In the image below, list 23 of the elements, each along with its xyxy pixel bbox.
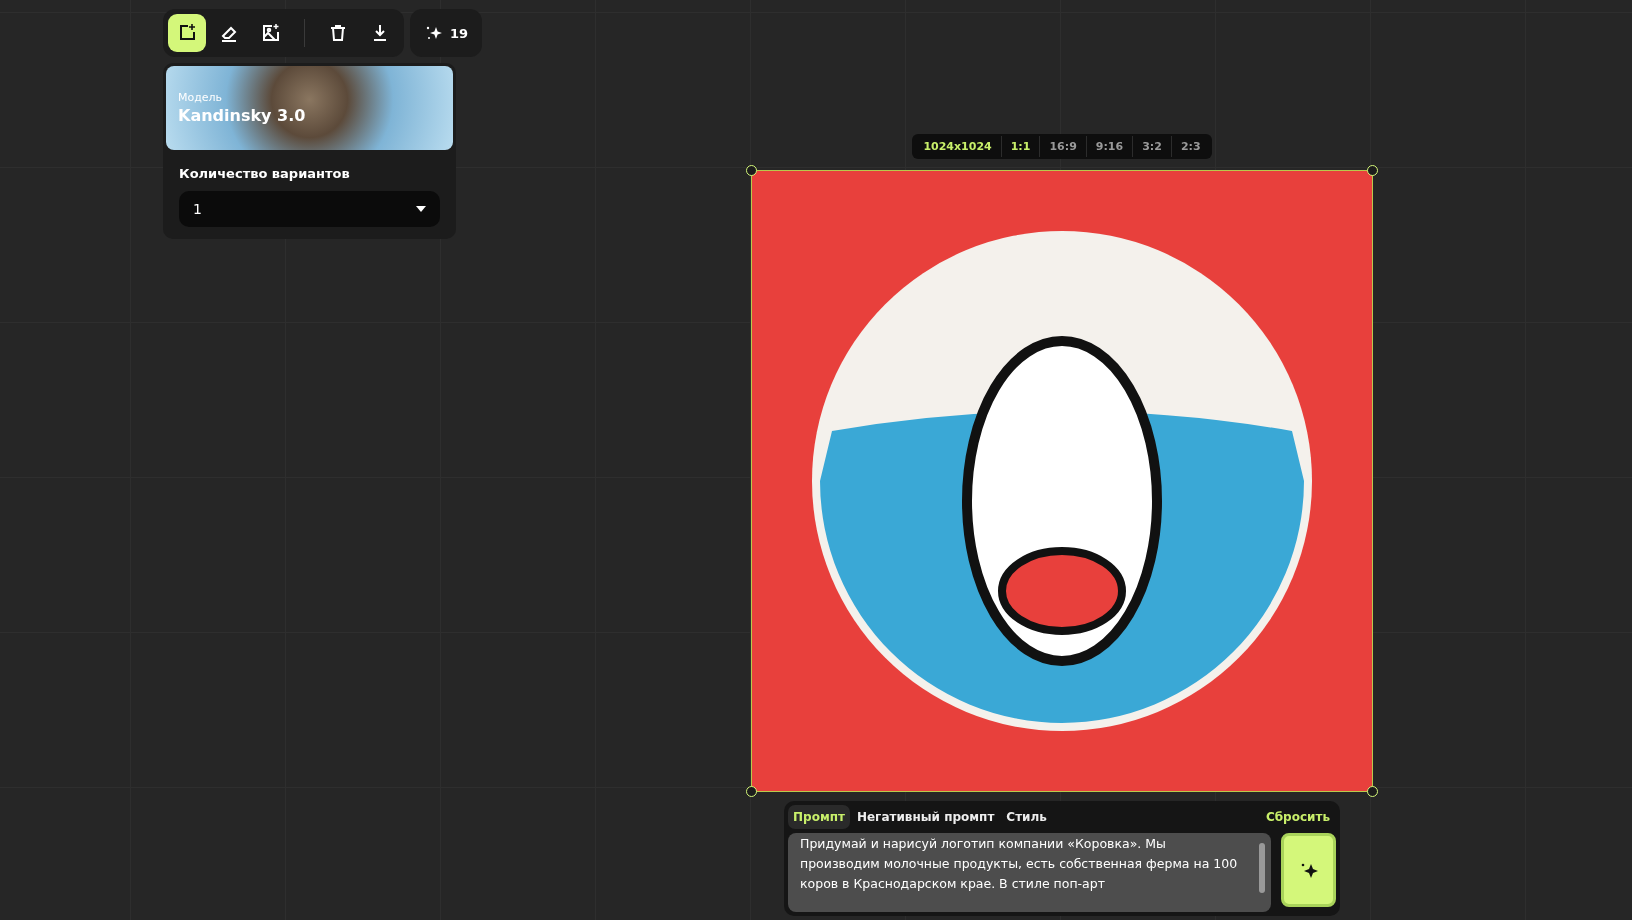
add-image-tool-button[interactable]	[168, 14, 206, 52]
resolution-label: 1024x1024	[914, 136, 1002, 157]
aspect-ratio-option[interactable]: 9:16	[1086, 136, 1134, 157]
variants-dropdown[interactable]: 1	[179, 191, 440, 227]
aspect-ratio-option[interactable]: 16:9	[1040, 136, 1087, 157]
aspect-ratio-option[interactable]: 2:3	[1171, 136, 1210, 157]
generate-button[interactable]	[1281, 833, 1336, 907]
caret-icon	[416, 206, 426, 212]
aspect-ratio-option[interactable]: 1:1	[1001, 136, 1041, 157]
prompt-field[interactable]: Придумай и нарисуй логотип компании «Коровка». Мы производим молочные продукты, есть собственная ферма на 100 коров в Краснодарском крае. В стиле поп-арт	[788, 833, 1271, 912]
scrollbar-thumb[interactable]	[1259, 843, 1265, 893]
prompt-tab[interactable]: Стиль	[1001, 805, 1052, 829]
add-image-icon	[177, 23, 197, 43]
trash-icon	[328, 23, 348, 43]
credits-count: 19	[450, 25, 469, 41]
image-sparkle-icon	[261, 23, 281, 43]
sparkle-icon	[424, 24, 444, 42]
variants-label: Количество вариантов	[179, 166, 351, 181]
prompt-tab[interactable]: Промпт	[788, 805, 850, 829]
aspect-ratio-option[interactable]: 3:2	[1133, 136, 1172, 157]
model-label: Модель	[178, 91, 224, 104]
reset-link[interactable]: Сбросить	[1259, 809, 1336, 825]
prompt-tab[interactable]: Негативный промпт	[851, 805, 1000, 829]
